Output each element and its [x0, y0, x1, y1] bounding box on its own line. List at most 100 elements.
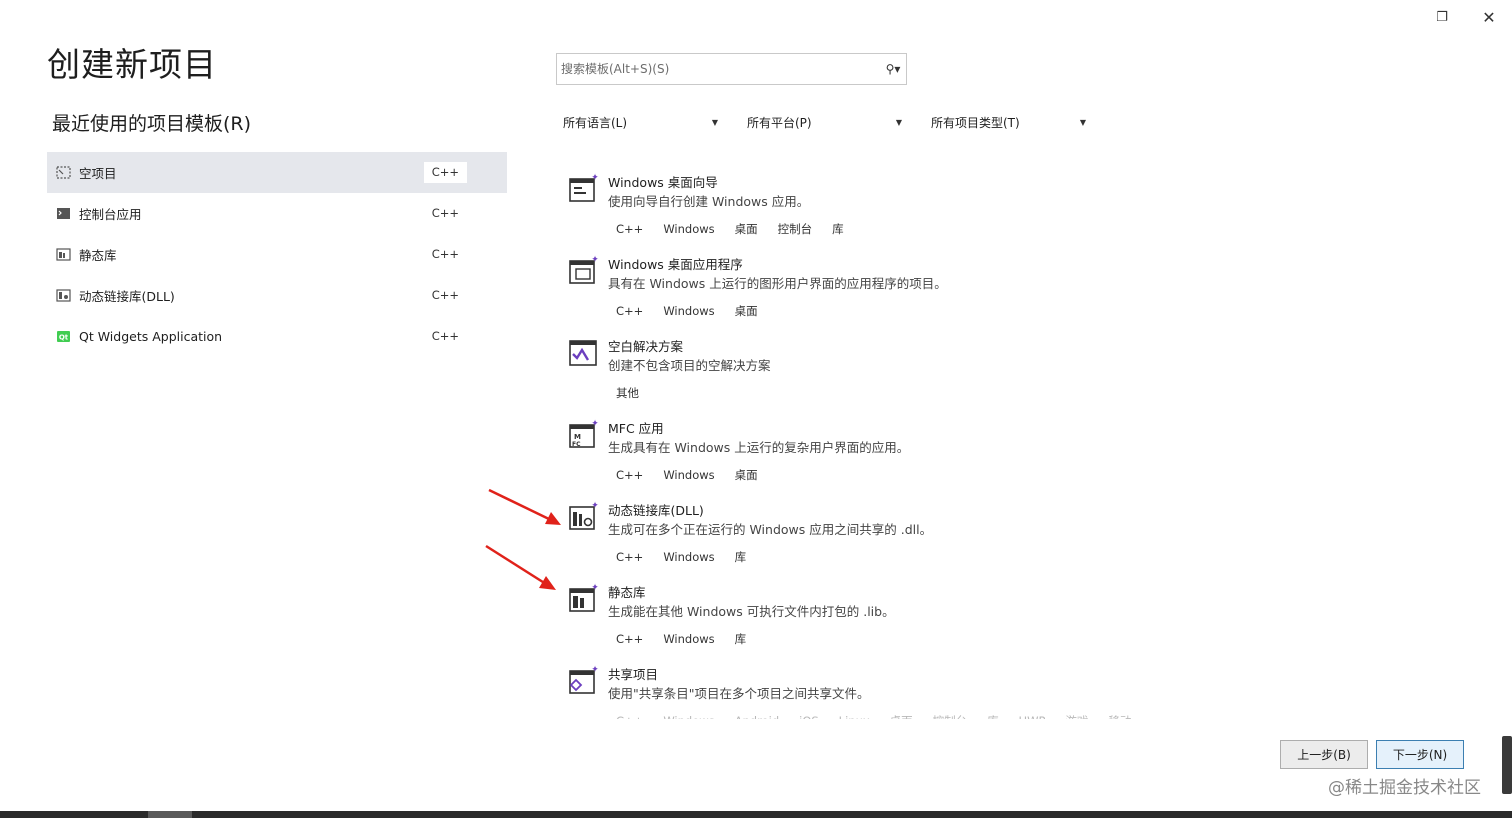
search-box: ⚲▾	[556, 53, 907, 85]
qt-icon: Qt	[55, 330, 71, 344]
recent-item-label: Qt Widgets Application	[79, 329, 223, 344]
template-tags: 其他	[608, 383, 1186, 403]
language-filter-dropdown[interactable]: 所有语言(L) ▼	[556, 110, 721, 134]
blank-solution-icon	[569, 340, 597, 366]
tag: iOS	[791, 711, 827, 719]
search-icon[interactable]: ⚲▾	[880, 54, 906, 84]
tag: 移动	[1100, 711, 1139, 719]
language-badge: C++	[431, 288, 459, 302]
tag: 游戏	[1057, 711, 1096, 719]
template-list: ✦ Windows 桌面向导 使用向导自行创建 Windows 应用。 C++ …	[566, 166, 1186, 719]
tag: 桌面	[734, 222, 758, 236]
recent-item-label: 控制台应用	[79, 207, 142, 222]
project-type-filter-dropdown[interactable]: 所有项目类型(T) ▼	[924, 110, 1089, 134]
tag: 库	[734, 632, 747, 646]
chevron-down-icon: ▼	[895, 117, 903, 127]
static-lib-icon	[55, 248, 71, 262]
template-tags: C++ Windows Android iOS Linux 桌面 控制台 库 U…	[608, 711, 1186, 719]
template-description: 创建不包含项目的空解决方案	[608, 358, 771, 373]
svg-text:FC: FC	[572, 441, 581, 448]
dll-icon: ✦	[569, 501, 599, 530]
recent-item-static-lib[interactable]: 静态库 C++	[47, 234, 507, 275]
svg-text:M: M	[574, 433, 581, 441]
page-title: 创建新项目	[47, 45, 217, 84]
taskbar	[0, 811, 1512, 818]
tag: 库	[734, 550, 747, 564]
template-tags: C++ Windows 桌面	[608, 465, 1186, 485]
template-item-mfc-app[interactable]: M FC ✦ MFC 应用 生成具有在 Windows 上运行的复杂用户界面的应用。…	[566, 412, 1186, 494]
recent-templates-list: 空项目 C++ 控制台应用 C++ 静态库 C++ 动态链接库(DLL) C++…	[47, 152, 507, 357]
tag: Linux	[831, 711, 878, 719]
language-badge: C++	[431, 206, 459, 220]
recent-item-label: 静态库	[79, 248, 117, 263]
annotation-arrow-static-lib	[485, 544, 556, 590]
tag: Windows	[663, 304, 715, 318]
tag: C++	[608, 711, 651, 719]
svg-text:Qt: Qt	[58, 334, 68, 342]
restore-icon[interactable]: ❐	[1431, 8, 1453, 26]
tag: Windows	[663, 468, 715, 482]
recent-item-empty-project[interactable]: 空项目 C++	[47, 152, 507, 193]
svg-text:✦: ✦	[591, 583, 599, 593]
template-description: 生成具有在 Windows 上运行的复杂用户界面的应用。	[608, 440, 910, 455]
template-item-windows-desktop-app[interactable]: ✦ Windows 桌面应用程序 具有在 Windows 上运行的图形用户界面的…	[566, 248, 1186, 330]
template-item-blank-solution[interactable]: 空白解决方案 创建不包含项目的空解决方案 其他	[566, 330, 1186, 412]
project-type-filter-label: 所有项目类型(T)	[931, 115, 1020, 130]
template-name: 动态链接库(DLL)	[608, 503, 704, 518]
svg-text:✦: ✦	[591, 665, 599, 675]
tag: 库	[832, 222, 844, 236]
recent-item-label: 空项目	[79, 166, 117, 181]
template-name: 共享项目	[608, 667, 659, 682]
tag: Windows	[663, 550, 715, 564]
template-item-windows-desktop-wizard[interactable]: ✦ Windows 桌面向导 使用向导自行创建 Windows 应用。 C++ …	[566, 166, 1186, 248]
template-description: 生成可在多个正在运行的 Windows 应用之间共享的 .dll。	[608, 522, 933, 537]
template-name: 空白解决方案	[608, 339, 684, 354]
chevron-down-icon: ▼	[711, 117, 719, 127]
tag: C++	[616, 304, 644, 318]
recent-item-dll[interactable]: 动态链接库(DLL) C++	[47, 275, 507, 316]
tag: 其他	[616, 386, 639, 400]
scrollbar[interactable]	[1502, 736, 1512, 794]
recent-item-qt-widgets[interactable]: Qt Qt Widgets Application C++	[47, 316, 507, 357]
tag: 库	[979, 711, 1007, 719]
tag: C++	[616, 222, 644, 236]
tag: Windows	[663, 222, 715, 236]
search-input[interactable]	[557, 54, 880, 84]
close-icon[interactable]: ✕	[1478, 8, 1500, 27]
template-item-dll[interactable]: ✦ 动态链接库(DLL) 生成可在多个正在运行的 Windows 应用之间共享的…	[566, 494, 1186, 576]
console-app-icon	[55, 207, 71, 221]
recent-item-label: 动态链接库(DLL)	[79, 289, 175, 304]
dll-icon	[55, 289, 71, 303]
language-badge: C++	[431, 329, 459, 343]
svg-text:✦: ✦	[591, 501, 599, 511]
recent-item-console-app[interactable]: 控制台应用 C++	[47, 193, 507, 234]
tag: 控制台	[777, 222, 813, 236]
template-description: 具有在 Windows 上运行的图形用户界面的应用程序的项目。	[608, 276, 947, 291]
tag: UWP	[1011, 711, 1054, 719]
next-button[interactable]: 下一步(N)	[1376, 740, 1464, 769]
taskbar-active-item[interactable]	[148, 811, 192, 818]
chevron-down-icon: ▼	[1079, 117, 1087, 127]
language-filter-label: 所有语言(L)	[563, 115, 628, 130]
language-badge: C++	[423, 162, 467, 183]
shared-project-icon: ✦	[569, 665, 599, 694]
tag: 桌面	[734, 304, 758, 318]
mfc-app-icon: MFC ✦	[569, 419, 599, 448]
annotation-arrow-dll	[488, 488, 561, 525]
template-name: MFC 应用	[608, 421, 664, 436]
svg-text:✦: ✦	[591, 255, 599, 265]
windows-desktop-wizard-icon: ✦	[569, 173, 599, 202]
tag: C++	[616, 632, 644, 646]
template-item-static-lib[interactable]: ✦ 静态库 生成能在其他 Windows 可执行文件内打包的 .lib。 C++…	[566, 576, 1186, 658]
watermark: @稀土掘金技术社区	[1328, 778, 1481, 798]
svg-text:✦: ✦	[591, 419, 599, 429]
recent-templates-heading: 最近使用的项目模板(R)	[52, 113, 252, 135]
platform-filter-dropdown[interactable]: 所有平台(P) ▼	[740, 110, 905, 134]
template-tags: C++ Windows 桌面 控制台 库	[608, 219, 1186, 239]
back-button[interactable]: 上一步(B)	[1280, 740, 1368, 769]
tag: 控制台	[925, 711, 976, 719]
platform-filter-label: 所有平台(P)	[747, 115, 812, 130]
template-tags: C++ Windows 库	[608, 547, 1186, 567]
template-description: 使用向导自行创建 Windows 应用。	[608, 194, 810, 209]
template-item-shared-project[interactable]: ✦ 共享项目 使用"共享条目"项目在多个项目之间共享文件。 C++ Window…	[566, 658, 1186, 719]
